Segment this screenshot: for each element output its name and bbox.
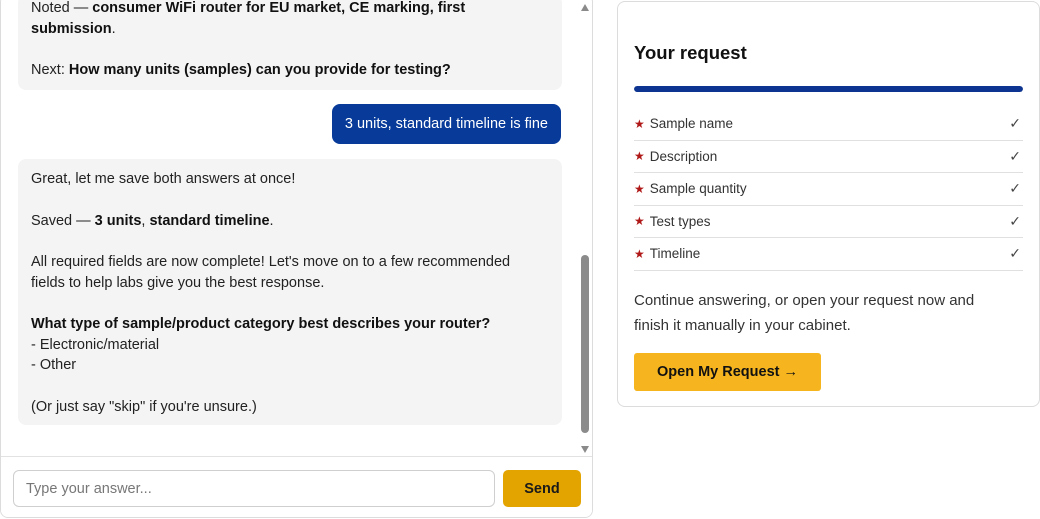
message-line: (Or just say "skip" if you're unsure.) (31, 398, 257, 415)
field-row: ★ Sample name ✓ (634, 108, 1023, 141)
message-line: submission. (31, 20, 116, 37)
field-label: Sample name (649, 116, 734, 132)
send-button[interactable]: Send (503, 470, 581, 507)
message-line: fields to help labs give you the best re… (31, 274, 325, 291)
bot-message: Great, let me save both answers at once!… (18, 159, 562, 425)
request-progress-bar (634, 86, 1023, 92)
scroll-up-icon[interactable] (581, 4, 589, 11)
field-label: Test types (649, 213, 711, 229)
request-note: Continue answering, or open your request… (634, 292, 975, 334)
request-card: Your request ★ Sample name ✓ ★ Descripti… (617, 1, 1040, 407)
message-line: Saved — 3 units, standard timeline. (31, 212, 274, 229)
composer: Send (1, 456, 592, 517)
required-star-icon: ★ (634, 181, 645, 196)
message-question: What type of sample/product category bes… (31, 316, 491, 332)
required-field-list: ★ Sample name ✓ ★ Description ✓ ★ Sample… (634, 108, 1023, 271)
message-list: Noted — consumer WiFi router for EU mark… (1, 0, 578, 456)
check-icon: ✓ (1009, 147, 1021, 164)
scroll-down-icon[interactable] (581, 446, 589, 453)
field-label: Sample quantity (649, 181, 747, 197)
option-item: - Electronic/material (31, 336, 160, 353)
check-icon: ✓ (1009, 180, 1021, 197)
required-star-icon: ★ (634, 214, 645, 229)
field-label: Description (649, 148, 718, 164)
field-row: ★ Timeline ✓ (634, 238, 1023, 271)
request-progress-fill (634, 86, 1023, 92)
check-icon: ✓ (1009, 115, 1021, 132)
field-row: ★ Test types ✓ (634, 206, 1023, 238)
required-star-icon: ★ (634, 116, 645, 131)
chat-scrollbar[interactable] (578, 1, 592, 456)
request-title: Your request (634, 42, 747, 63)
scroll-thumb[interactable] (581, 255, 589, 433)
message-line: Great, let me save both answers at once! (31, 171, 296, 187)
message-line: Noted — consumer WiFi router for EU mark… (31, 0, 466, 16)
user-message: 3 units, standard timeline is fine (331, 104, 561, 144)
field-label: Timeline (649, 246, 701, 262)
message-line: Next: How many units (samples) can you p… (31, 62, 451, 78)
message-line: All required fields are now complete! Le… (31, 254, 511, 270)
check-icon: ✓ (1009, 245, 1021, 262)
required-star-icon: ★ (634, 149, 645, 164)
chat-panel: Noted — consumer WiFi router for EU mark… (0, 0, 593, 518)
required-star-icon: ★ (634, 246, 645, 261)
field-row: ★ Sample quantity ✓ (634, 173, 1023, 206)
bot-message: Noted — consumer WiFi router for EU mark… (18, 0, 562, 90)
field-row: ★ Description ✓ (634, 141, 1023, 173)
answer-input[interactable] (13, 470, 495, 507)
open-request-button[interactable]: Open My Request → (634, 353, 821, 391)
check-icon: ✓ (1009, 212, 1021, 229)
option-item: - Other (31, 357, 77, 373)
